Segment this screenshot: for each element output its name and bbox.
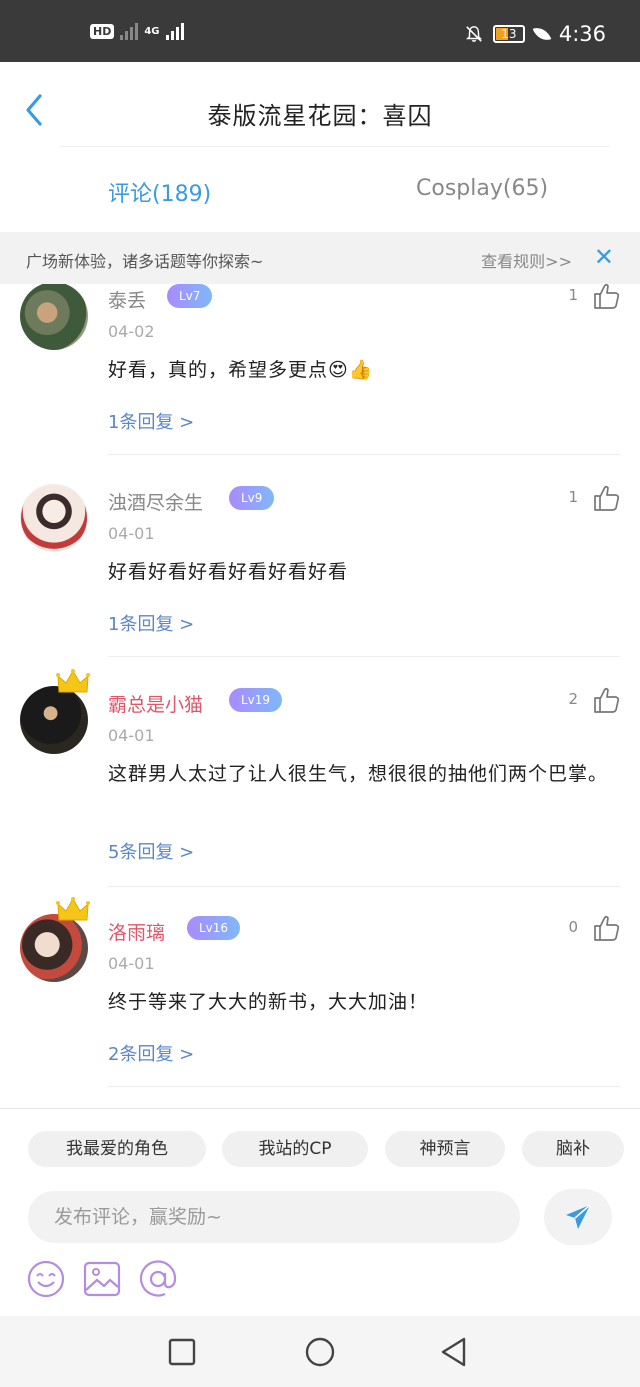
view-rules-link[interactable]: 查看规则>> xyxy=(481,248,572,272)
home-icon[interactable] xyxy=(304,1336,336,1368)
thumbs-up-icon[interactable] xyxy=(592,484,620,512)
comment-input[interactable] xyxy=(28,1191,520,1243)
level-badge: Lv9 xyxy=(229,486,275,510)
crown-icon xyxy=(56,897,90,921)
thumbs-up-icon[interactable] xyxy=(592,284,620,310)
status-right: 13 4:36 xyxy=(465,22,606,46)
network-type-label: 4G xyxy=(144,25,160,37)
comment-text: 好看好看好看好看好看好看 xyxy=(108,561,349,583)
replies-link[interactable]: 2条回复 > xyxy=(108,1040,194,1066)
recent-apps-icon[interactable] xyxy=(166,1336,198,1368)
clock: 4:36 xyxy=(558,22,606,46)
replies-link[interactable]: 1条回复 > xyxy=(108,408,194,434)
comment-text: 好看，真的，希望多更点😍👍 xyxy=(108,359,374,381)
tab-bar: 评论(189) Cosplay(65) xyxy=(0,160,640,230)
replies-link[interactable]: 5条回复 > xyxy=(108,838,194,864)
signal-icon xyxy=(165,22,184,40)
comment-panel: 我最爱的角色 我站的CP 神预言 脑补 xyxy=(0,1108,640,1314)
comment-date: 04-01 xyxy=(108,524,155,543)
username[interactable]: 洛雨璃 xyxy=(108,918,165,945)
header-divider xyxy=(60,146,610,147)
send-icon xyxy=(566,1204,591,1229)
avatar[interactable] xyxy=(20,484,88,552)
like-count: 1 xyxy=(568,286,578,304)
divider xyxy=(108,1086,620,1087)
header: 泰版流星花园：喜囚 xyxy=(0,62,640,158)
thumbs-up-icon[interactable] xyxy=(592,914,620,942)
avatar[interactable] xyxy=(20,284,88,350)
comment-item: 洛雨璃 Lv16 04-01 终于等来了大大的新书，大大加油！ 2条回复 > 0 xyxy=(0,897,640,1090)
bell-off-icon xyxy=(465,26,482,42)
tab-cosplay[interactable]: Cosplay(65) xyxy=(416,176,548,201)
like-count: 2 xyxy=(568,690,578,708)
crown-icon xyxy=(56,669,90,693)
image-icon[interactable] xyxy=(82,1259,122,1299)
like-count: 0 xyxy=(568,918,578,936)
topic-chip[interactable]: 我最爱的角色 xyxy=(28,1131,206,1167)
replies-link[interactable]: 1条回复 > xyxy=(108,610,194,636)
battery-level: 13 xyxy=(501,27,517,41)
thumbs-up-icon[interactable] xyxy=(592,686,620,714)
mention-icon[interactable] xyxy=(138,1259,178,1299)
level-badge: Lv16 xyxy=(187,916,241,940)
system-nav-bar xyxy=(0,1316,640,1387)
username[interactable]: 浊酒尽余生 xyxy=(108,488,203,515)
avatar[interactable] xyxy=(20,914,88,982)
signal-icon xyxy=(120,22,139,40)
comment-item: 浊酒尽余生 Lv9 04-01 好看好看好看好看好看好看 1条回复 > 1 xyxy=(0,480,640,658)
comment-item: 泰丢 Lv7 04-02 好看，真的，希望多更点😍👍 1条回复 > 1 xyxy=(0,284,640,456)
tab-comments[interactable]: 评论(189) xyxy=(108,176,211,208)
topic-chip[interactable]: 我站的CP xyxy=(222,1131,368,1167)
topic-chip[interactable]: 脑补 xyxy=(522,1131,624,1167)
close-icon[interactable]: ✕ xyxy=(594,244,614,270)
username[interactable]: 泰丢 xyxy=(108,286,146,313)
battery-icon: 13 xyxy=(492,25,525,43)
comment-date: 04-01 xyxy=(108,726,155,745)
hd-indicator: HD xyxy=(90,23,115,39)
send-button[interactable] xyxy=(544,1189,612,1245)
notice-text: 广场新体验，诸多话题等你探索~ xyxy=(26,252,264,271)
status-left: HD 4G xyxy=(90,22,184,40)
topic-chip[interactable]: 神预言 xyxy=(385,1131,505,1167)
level-badge: Lv19 xyxy=(229,688,283,712)
status-bar: HD 4G 13 4:36 xyxy=(0,0,640,62)
comment-date: 04-01 xyxy=(108,954,155,973)
notice-bar: 广场新体验，诸多话题等你探索~ 查看规则>> ✕ xyxy=(0,232,640,284)
level-badge: Lv7 xyxy=(167,284,213,308)
comment-text: 这群男人太过了让人很生气，想很很的抽他们两个巴掌。 xyxy=(108,763,609,785)
username[interactable]: 霸总是小猫 xyxy=(108,690,203,717)
divider xyxy=(108,454,620,455)
like-count: 1 xyxy=(568,488,578,506)
back-triangle-icon[interactable] xyxy=(438,1336,470,1368)
comment-date: 04-02 xyxy=(108,322,155,341)
leaf-icon xyxy=(532,24,552,44)
avatar[interactable] xyxy=(20,686,88,754)
emoji-icon[interactable] xyxy=(26,1259,66,1299)
divider xyxy=(108,656,620,657)
comment-list[interactable]: 泰丢 Lv7 04-02 好看，真的，希望多更点😍👍 1条回复 > 1 浊酒尽余… xyxy=(0,284,640,1106)
comment-item: 霸总是小猫 Lv19 04-01 这群男人太过了让人很生气，想很很的抽他们两个巴… xyxy=(0,669,640,888)
comment-text: 终于等来了大大的新书，大大加油！ xyxy=(108,991,429,1013)
divider xyxy=(108,886,620,887)
page-title: 泰版流星花园：喜囚 xyxy=(207,102,433,130)
